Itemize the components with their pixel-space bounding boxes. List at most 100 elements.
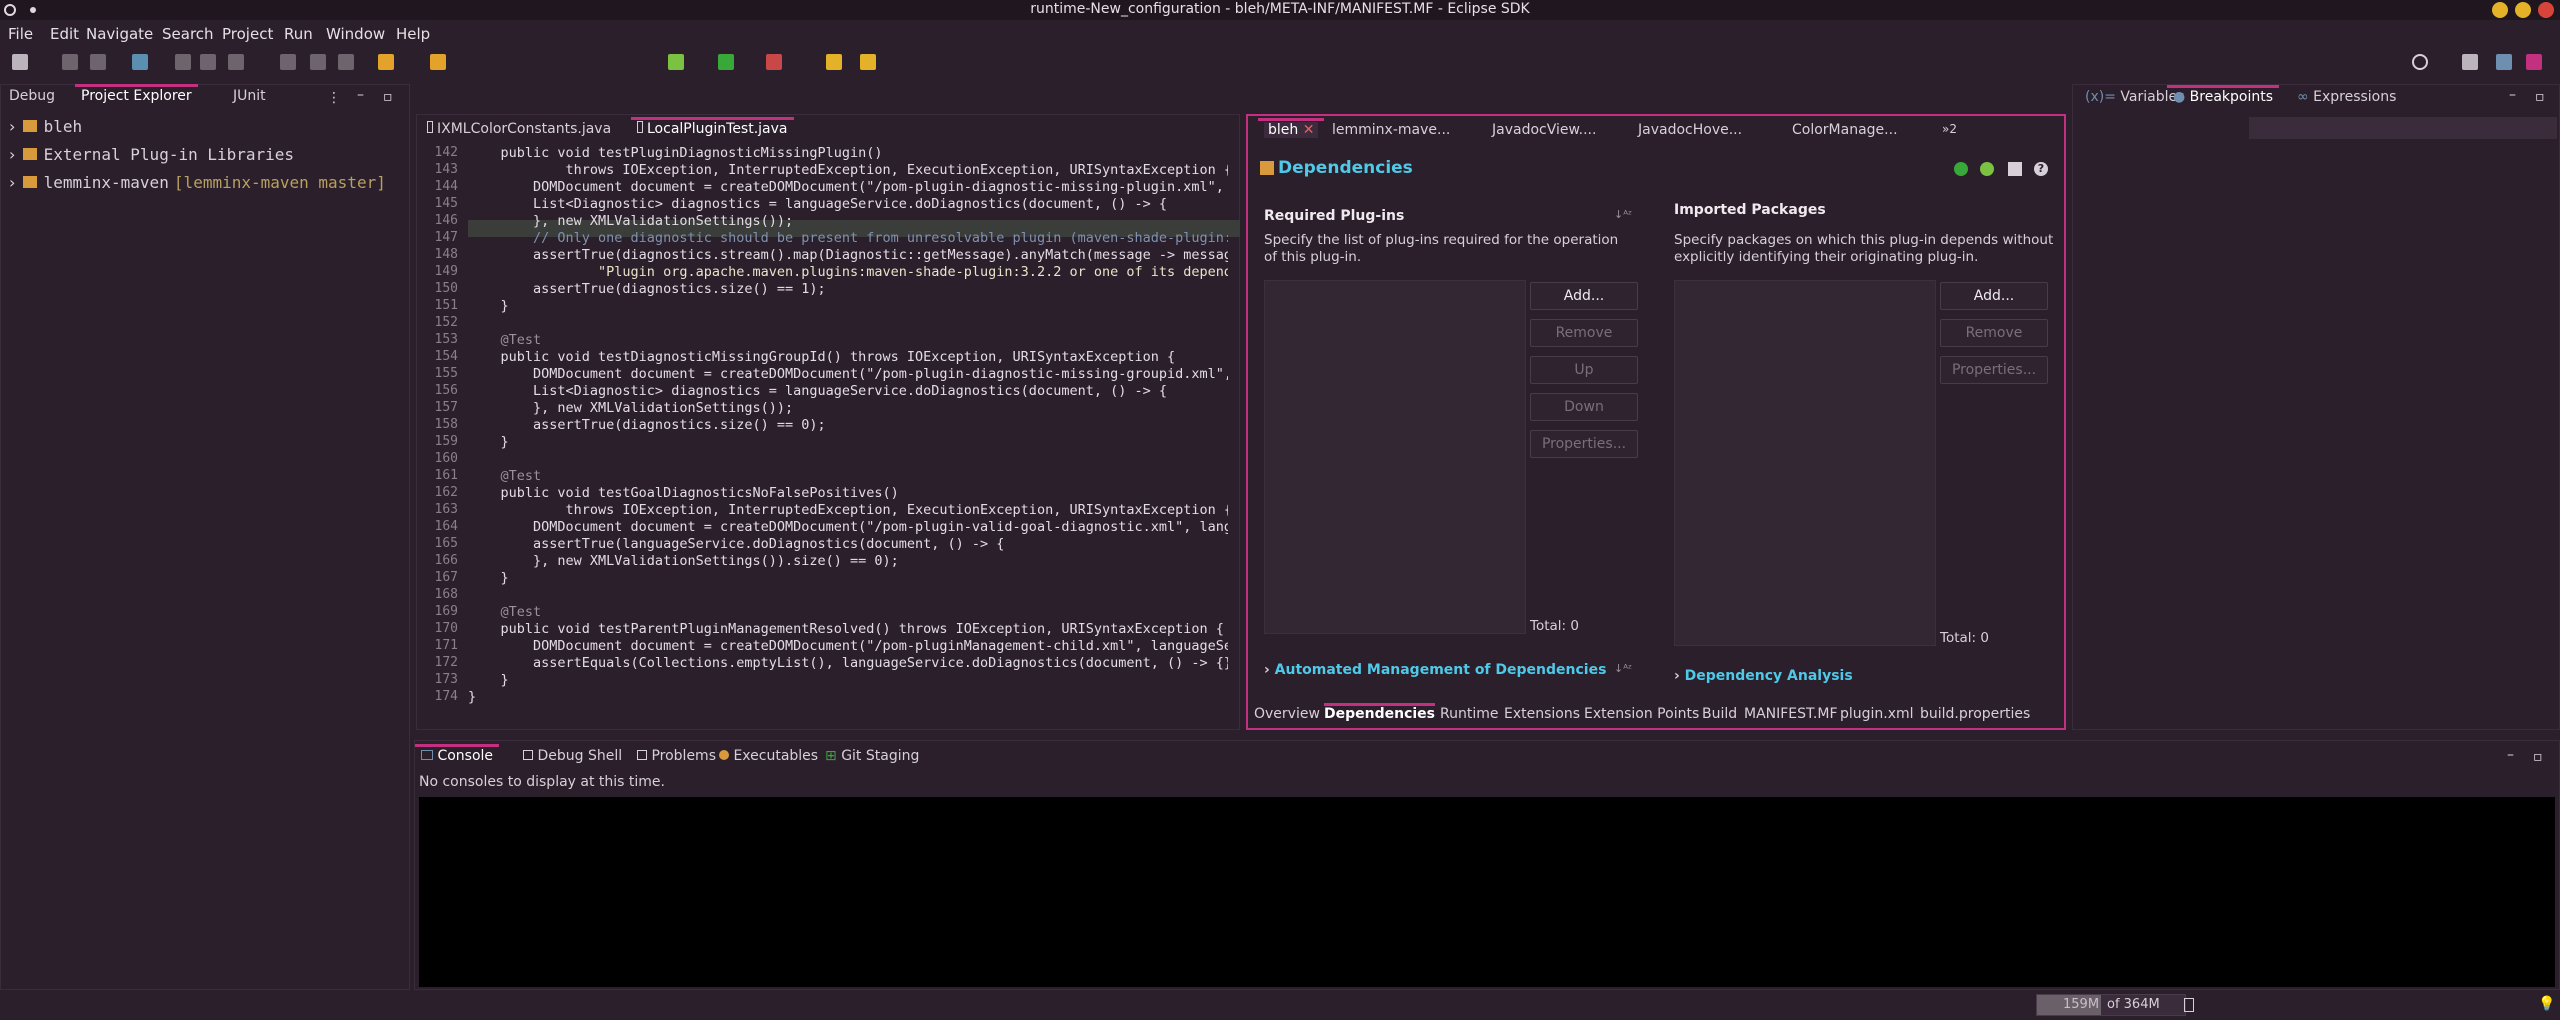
properties-required-button[interactable]: Properties... — [1530, 430, 1638, 458]
tab-expressions[interactable]: ∞ Expressions — [2297, 89, 2396, 105]
sort-icon[interactable]: ↓ᴬᶻ — [1614, 208, 1632, 221]
tab-git-staging[interactable]: ⊞ Git Staging — [825, 748, 919, 764]
required-plugins-list[interactable] — [1264, 280, 1526, 634]
help-icon[interactable]: ? — [2034, 162, 2048, 176]
tab-junit[interactable]: JUnit — [233, 88, 266, 104]
properties-imported-button[interactable]: Properties... — [1940, 356, 2048, 384]
automated-management-section[interactable]: › Automated Management of Dependencies — [1264, 662, 1606, 678]
remove-required-button[interactable]: Remove — [1530, 319, 1638, 347]
tab-breakpoints[interactable]: ● Breakpoints — [2166, 85, 2280, 105]
drop-to-frame-icon[interactable] — [378, 54, 394, 70]
suspend-icon[interactable] — [200, 54, 216, 70]
page-tab-manifest-mf[interactable]: MANIFEST.MF — [1744, 706, 1838, 722]
heap-status[interactable]: 159M of 364M — [2036, 994, 2186, 1016]
minimize-view-icon[interactable]: – — [2509, 87, 2516, 103]
page-tab-overview[interactable]: Overview — [1254, 706, 1320, 722]
use-step-filters-icon[interactable] — [430, 54, 446, 70]
tab-project-explorer[interactable]: Project Explorer — [75, 84, 198, 104]
view-menu-icon[interactable]: ⋮ — [327, 90, 341, 106]
expand-arrow-icon[interactable]: › — [9, 173, 15, 192]
step-over-icon[interactable] — [310, 54, 326, 70]
menu-file[interactable]: File — [8, 25, 33, 43]
tab-localplugintest[interactable]: LocalPluginTest.java — [631, 117, 793, 137]
page-tab-runtime[interactable]: Runtime — [1440, 706, 1498, 722]
console-output[interactable] — [419, 797, 2555, 987]
minimize-view-icon[interactable]: – — [357, 87, 364, 103]
tab-overflow[interactable]: »2 — [1942, 122, 1957, 136]
menu-run[interactable]: Run — [284, 25, 313, 43]
dependency-analysis-section[interactable]: › Dependency Analysis — [1674, 668, 1853, 684]
maximize-view-icon[interactable]: ▫ — [2535, 89, 2545, 105]
expand-arrow-icon[interactable]: › — [1264, 662, 1270, 678]
run-icon[interactable] — [1954, 162, 1968, 176]
skip-breakpoints-icon[interactable] — [132, 54, 148, 70]
tab-ixmlcolorconstants[interactable]: IXMLColorConstants.java — [427, 121, 611, 137]
maximize-view-icon[interactable]: ▫ — [383, 89, 393, 105]
tab-console[interactable]: Console — [414, 744, 500, 764]
save-all-icon[interactable] — [90, 54, 106, 70]
tab-javadocview[interactable]: JavadocView.... — [1492, 122, 1596, 138]
page-tab-build[interactable]: Build — [1702, 706, 1737, 722]
page-tab-extensions[interactable]: Extensions — [1504, 706, 1580, 722]
export-icon[interactable] — [2008, 162, 2022, 176]
page-tab-dependencies[interactable]: Dependencies — [1324, 703, 1436, 722]
debug-icon[interactable] — [1980, 162, 1994, 176]
tab-variables[interactable]: (x)= Variables — [2085, 89, 2184, 105]
menu-project[interactable]: Project — [222, 25, 273, 43]
search-icon[interactable] — [2412, 54, 2428, 70]
expand-arrow-icon[interactable]: › — [9, 145, 15, 164]
expand-arrow-icon[interactable]: › — [9, 117, 15, 136]
imported-packages-list[interactable] — [1674, 280, 1936, 646]
tip-icon[interactable]: 💡 — [2538, 996, 2555, 1012]
close-tab-icon[interactable]: ✕ — [1303, 122, 1315, 138]
step-return-icon[interactable] — [338, 54, 354, 70]
sort-icon[interactable]: ↓ᴬᶻ — [1614, 662, 1632, 675]
coverage-icon[interactable] — [766, 54, 782, 70]
tab-debug-shell[interactable]: Debug Shell — [523, 748, 622, 764]
menu-window[interactable]: Window — [326, 25, 385, 43]
maximize-view-icon[interactable]: ▫ — [2533, 749, 2543, 765]
menu-edit[interactable]: Edit — [50, 25, 79, 43]
tab-colormanage[interactable]: ColorManage... — [1792, 122, 1898, 138]
gc-trash-icon[interactable] — [2184, 998, 2194, 1012]
tab-javadochove[interactable]: JavadocHove... — [1638, 122, 1742, 138]
expand-arrow-icon[interactable]: › — [1674, 668, 1680, 684]
down-button[interactable]: Down — [1530, 393, 1638, 421]
page-tab-extension-points[interactable]: Extension Points — [1584, 706, 1699, 722]
search-toolbar-icon[interactable] — [860, 54, 876, 70]
menu-search[interactable]: Search — [162, 25, 214, 43]
debug-perspective-icon[interactable] — [2526, 54, 2542, 70]
run-icon[interactable] — [718, 54, 734, 70]
step-into-icon[interactable] — [280, 54, 296, 70]
tree-item-lemminx-maven[interactable]: › lemminx-maven [lemminx-maven master] — [9, 173, 386, 192]
tab-executables[interactable]: Executables — [719, 748, 818, 764]
page-tab-build-properties[interactable]: build.properties — [1920, 706, 2030, 722]
add-required-button[interactable]: Add... — [1530, 282, 1638, 310]
terminate-icon[interactable] — [228, 54, 244, 70]
tree-item-bleh[interactable]: › bleh — [9, 117, 82, 136]
open-perspective-icon[interactable] — [2462, 54, 2478, 70]
breakpoints-icon: ● — [2173, 89, 2186, 105]
tree-item-external-libraries[interactable]: › External Plug-in Libraries — [9, 145, 294, 164]
resume-icon[interactable] — [175, 54, 191, 70]
new-icon[interactable] — [12, 54, 28, 70]
save-icon[interactable] — [62, 54, 78, 70]
remove-imported-button[interactable]: Remove — [1940, 319, 2048, 347]
page-tab-plugin-xml[interactable]: plugin.xml — [1840, 706, 1914, 722]
menu-navigate[interactable]: Navigate — [86, 25, 153, 43]
minimize-button[interactable] — [2492, 2, 2508, 18]
maximize-button[interactable] — [2515, 2, 2531, 18]
up-button[interactable]: Up — [1530, 356, 1638, 384]
code-line: DOMDocument document = createDOMDocument… — [468, 179, 1228, 195]
menu-help[interactable]: Help — [396, 25, 430, 43]
java-perspective-icon[interactable] — [2496, 54, 2512, 70]
open-type-icon[interactable] — [826, 54, 842, 70]
close-button[interactable] — [2538, 2, 2554, 18]
add-imported-button[interactable]: Add... — [1940, 282, 2048, 310]
tab-debug[interactable]: Debug — [9, 88, 55, 104]
debug-icon[interactable] — [668, 54, 684, 70]
minimize-view-icon[interactable]: – — [2507, 747, 2514, 763]
tab-problems[interactable]: Problems — [637, 748, 716, 764]
tab-bleh[interactable]: bleh ✕ — [1257, 118, 1325, 138]
tab-lemminx-maven[interactable]: lemminx-mave... — [1332, 122, 1450, 138]
